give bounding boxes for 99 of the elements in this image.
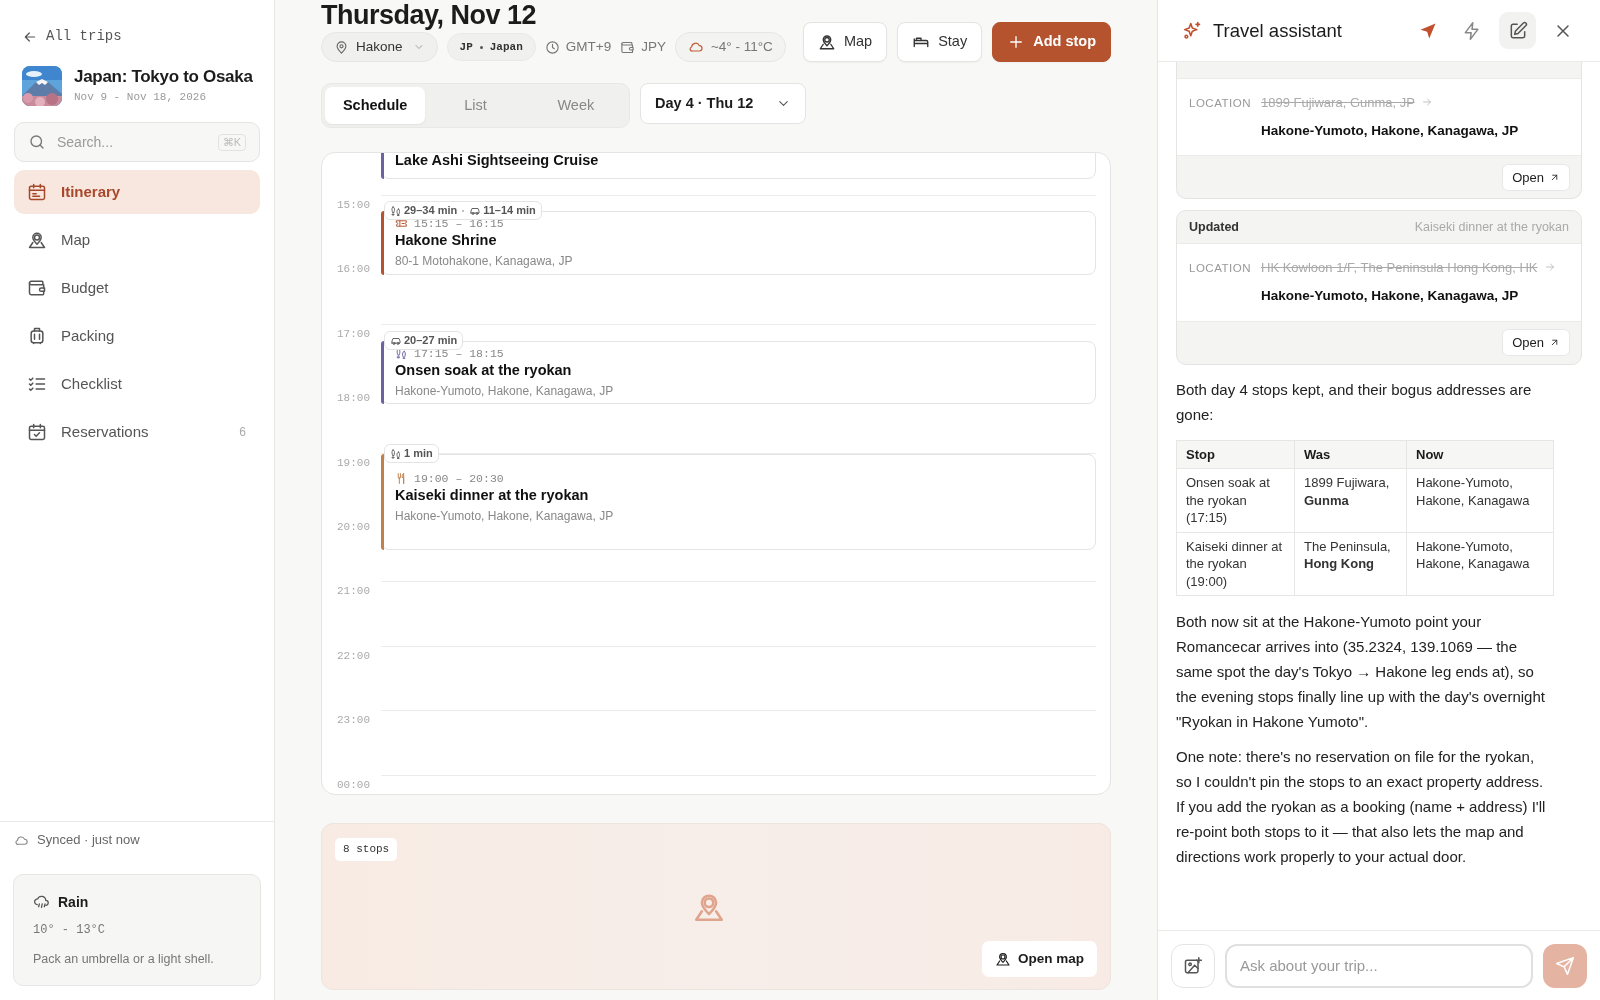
new-value: Hakone-Yumoto, Hakone, Kanagawa, JP (1261, 287, 1520, 306)
attach-image-button[interactable] (1171, 943, 1215, 988)
footprints-icon (395, 347, 408, 360)
travel-time-chip: 29–34 min 11–14 min (384, 201, 542, 220)
column-header: Was (1294, 440, 1407, 469)
trip-dates: Nov 9 - Nov 18, 2026 (74, 90, 208, 106)
event-title: Lake Ashi Sightseeing Cruise (395, 153, 600, 170)
arrow-right-icon (1544, 261, 1557, 274)
nav-item[interactable]: Budget (14, 266, 260, 310)
column-header: Now (1406, 440, 1554, 469)
message-paragraph: Both day 4 stops kept, and their bogus addresses are gone: (1176, 379, 1533, 425)
clock-icon (544, 39, 560, 55)
new-chat-button[interactable] (1499, 12, 1536, 49)
hour-label: 16:00 (336, 263, 370, 276)
old-value: 1899 Fujiwara, Gunma, JP (1261, 95, 1415, 110)
message-paragraph: Both now sit at the Hakone-Yumoto point your Romancecar arrives into (35.2324, 139.1069 — the same spot the day's Tokyo → Hakone leg ends at), so the evening stops finally line up with the day's overnight "Ryokan in Hakone Yumoto". (1176, 612, 1546, 732)
calendar-check-icon (27, 422, 47, 442)
location-pin-icon (334, 39, 349, 55)
search-icon (28, 133, 46, 151)
table-cell: Hakone-Yumoto, Hakone, Kanagawa (1406, 468, 1554, 532)
open-button[interactable]: Open (1502, 163, 1570, 191)
arrow-up-right-icon (1549, 337, 1560, 348)
view-tab[interactable]: Schedule (325, 87, 426, 124)
map-pin-icon (817, 33, 836, 51)
old-value: HK Kowloon 1/F, The Peninsula Hong Kong, HK (1261, 260, 1538, 276)
action-button[interactable]: Add stop (992, 22, 1111, 62)
table-cell: Onsen soak at the ryokan (17:15) (1176, 468, 1295, 532)
day-title: Thursday, Nov 12 (321, 0, 538, 30)
ticket-icon (395, 217, 408, 230)
event-address: 80-1 Motohakone, Kanagawa, JP (395, 253, 574, 270)
weather-tip: Pack an umbrella or a light shell. (33, 951, 215, 968)
column-header: Stop (1176, 440, 1295, 469)
arrow-right-icon (1421, 96, 1434, 108)
panel-title: Travel assistant (1213, 18, 1343, 43)
map-pin-icon (27, 230, 47, 250)
sync-status: Synced · just now (37, 831, 140, 850)
send-icon (1555, 955, 1575, 976)
update-status: Updated (1189, 218, 1239, 236)
nav-item[interactable]: Itinerary (14, 170, 260, 214)
action-button[interactable]: Stay (897, 22, 983, 62)
image-plus-icon (1183, 955, 1203, 976)
item-count: 6 (239, 424, 246, 441)
hour-label: 00:00 (336, 778, 370, 791)
travel-time-chip: 20–27 min (384, 331, 464, 350)
event-address: Hakone-Yumoto, Hakone, Kanagawa, JP (395, 383, 615, 400)
event-title: Onsen soak at the ryokan (395, 361, 573, 380)
trip-title: Japan: Tokyo to Osaka (74, 66, 253, 89)
wallet-icon (620, 39, 636, 55)
open-button[interactable]: Open (1502, 329, 1570, 356)
hour-label: 23:00 (336, 714, 370, 727)
hour-label: 21:00 (336, 585, 370, 598)
hour-label: 15:00 (336, 199, 370, 211)
shortcut-hint: ⌘K (217, 134, 246, 151)
footprints-icon (390, 447, 402, 460)
field-label: LOCATION (1189, 96, 1248, 111)
stop-name: Kaiseki dinner at the ryokan (1414, 218, 1569, 236)
lightning-icon (1462, 20, 1482, 41)
suitcase-icon (27, 326, 47, 346)
event-title: Hakone Shrine (395, 231, 498, 250)
event-time: 19:00 – 20:30 (414, 470, 504, 487)
checklist-icon (27, 374, 47, 394)
map-pin-icon (995, 951, 1011, 967)
table-cell: 1899 Fujiwara, Gunma (1294, 468, 1407, 532)
temperature-chip: ~4° - 11°C (674, 32, 786, 62)
day-picker[interactable]: Day 4 · Thu 12 (640, 83, 806, 124)
currency-label: JPY (641, 37, 666, 56)
wallet-icon (27, 278, 47, 298)
temperature-range: 10° - 13°C (33, 922, 106, 939)
location-dropdown[interactable]: Hakone (321, 32, 438, 62)
calendar-icon (27, 182, 47, 202)
table-cell: The Peninsula, Hong Kong (1294, 532, 1407, 596)
weather-condition: Rain (58, 893, 89, 912)
rain-cloud-icon (33, 894, 50, 911)
open-map-button[interactable]: Open map (982, 941, 1097, 977)
action-button[interactable]: Map (802, 22, 888, 62)
sparkle-icon (1182, 20, 1203, 41)
nav-item[interactable]: Reservations 6 (14, 410, 260, 454)
footprints-icon (390, 204, 402, 217)
hour-label: 19:00 (336, 456, 370, 469)
table-cell: Hakone-Yumoto, Hakone, Kanagawa (1406, 532, 1554, 596)
message-paragraph: One note: there's no reservation on file for the ryokan, so I couldn't pin the stops to an exact property address. If you add the ryokan as a booking (name + address) I'll re-point both stops to it — that also lets the map and directions work properly to your actual door. (1176, 747, 1547, 867)
nav-item[interactable]: Map (14, 218, 260, 262)
event-address: Hakone-Yumoto, Hakone, Kanagawa, JP (395, 508, 615, 525)
field-label: LOCATION (1189, 261, 1248, 277)
hour-label: 22:00 (336, 649, 370, 662)
new-value: Hakone-Yumoto, Hakone, Kanagawa, JP (1261, 122, 1519, 140)
stop-count-badge: 8 stops (335, 838, 398, 861)
hour-label: 18:00 (336, 392, 370, 405)
nav-item[interactable]: Packing (14, 314, 260, 358)
table-cell: Kaiseki dinner at the ryokan (19:00) (1176, 532, 1295, 596)
hour-label: 20:00 (336, 521, 370, 533)
hour-label: 17:00 (336, 327, 370, 340)
country-chip: JP Japan (446, 33, 536, 61)
back-link[interactable]: All trips (22, 26, 122, 47)
travel-time-chip: 1 min (384, 444, 439, 463)
event-title: Kaiseki dinner at the ryokan (395, 486, 590, 505)
chat-input[interactable]: Ask about your trip... (1225, 943, 1533, 988)
nav-item[interactable]: Checklist (14, 362, 260, 406)
timezone-label: GMT+9 (565, 37, 612, 56)
